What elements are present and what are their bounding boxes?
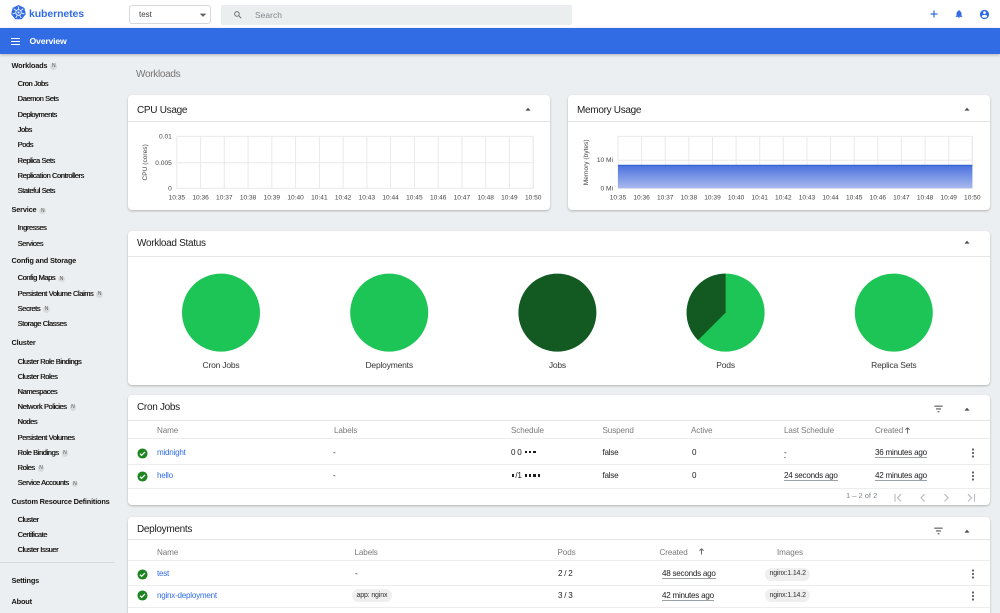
svg-text:10:45: 10:45 [846,195,863,202]
svg-text:10:46: 10:46 [430,195,447,202]
svg-text:10:47: 10:47 [454,195,471,202]
svg-text:10:49: 10:49 [501,195,518,202]
svg-text:10:50: 10:50 [964,195,981,202]
svg-text:10:42: 10:42 [775,195,792,202]
svg-text:0 Mi: 0 Mi [601,185,614,192]
svg-text:10:43: 10:43 [799,195,816,202]
svg-text:10:41: 10:41 [751,195,768,202]
svg-text:10 Mi: 10 Mi [597,157,614,164]
svg-text:10:47: 10:47 [893,195,910,202]
svg-text:10:38: 10:38 [240,195,257,202]
svg-text:10:39: 10:39 [264,195,281,202]
svg-text:10:43: 10:43 [359,195,376,202]
svg-text:10:36: 10:36 [192,195,209,202]
svg-text:10:48: 10:48 [917,195,934,202]
svg-text:10:37: 10:37 [216,195,233,202]
svg-text:10:41: 10:41 [311,195,328,202]
svg-text:10:40: 10:40 [728,195,745,202]
svg-text:10:49: 10:49 [940,195,957,202]
svg-text:CPU (cores): CPU (cores) [142,144,149,180]
svg-text:10:45: 10:45 [406,195,423,202]
svg-text:10:48: 10:48 [477,195,494,202]
svg-text:10:46: 10:46 [870,195,887,202]
svg-text:10:37: 10:37 [657,195,674,202]
svg-text:0.01: 0.01 [159,133,172,140]
svg-text:10:38: 10:38 [681,195,698,202]
svg-text:10:35: 10:35 [169,195,186,202]
svg-text:0: 0 [168,185,172,192]
svg-text:10:44: 10:44 [822,195,839,202]
svg-text:10:39: 10:39 [704,195,721,202]
svg-text:0.005: 0.005 [155,160,172,167]
svg-text:Memory (bytes): Memory (bytes) [583,139,590,185]
svg-text:10:44: 10:44 [382,195,399,202]
svg-text:10:35: 10:35 [610,195,627,202]
svg-text:10:42: 10:42 [335,195,352,202]
svg-text:10:40: 10:40 [287,195,304,202]
svg-text:10:36: 10:36 [633,195,650,202]
svg-text:10:50: 10:50 [525,195,542,202]
